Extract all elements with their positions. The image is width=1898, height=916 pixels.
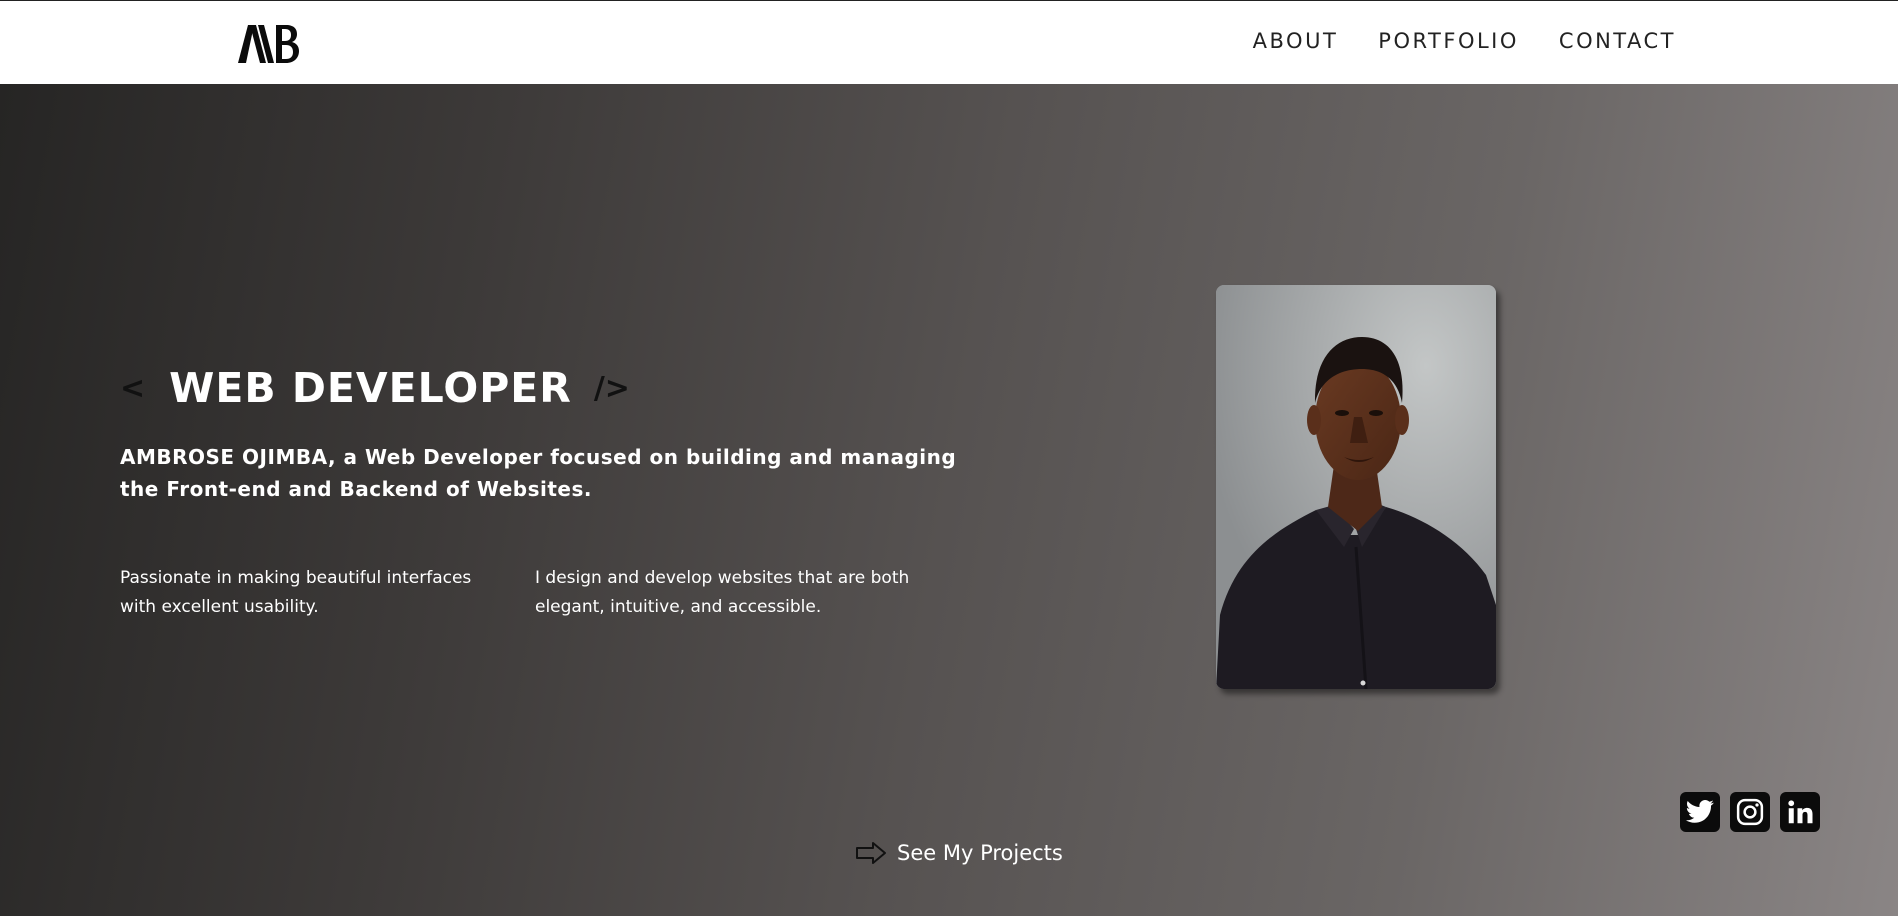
logo-mark-icon <box>238 25 299 63</box>
linkedin-link[interactable] <box>1780 792 1820 832</box>
twitter-link[interactable] <box>1680 792 1720 832</box>
top-navbar: ABOUT PORTFOLIO CONTACT <box>0 0 1898 84</box>
instagram-link[interactable] <box>1730 792 1770 832</box>
nav-contact[interactable]: CONTACT <box>1559 29 1676 53</box>
hero-blurb-usability: Passionate in making beautiful interface… <box>120 568 472 617</box>
code-bracket-close: /> <box>593 370 630 406</box>
page: ABOUT PORTFOLIO CONTACT < WEB DEVELOPER … <box>0 0 1898 916</box>
brand-logo[interactable] <box>236 23 300 65</box>
linkedin-icon <box>1788 800 1813 824</box>
hero-title: WEB DEVELOPER <box>169 364 572 412</box>
nav-about[interactable]: ABOUT <box>1253 29 1339 53</box>
hero-heading: < WEB DEVELOPER /> <box>120 364 630 412</box>
see-projects-label: See My Projects <box>897 841 1063 865</box>
twitter-icon <box>1685 800 1714 823</box>
hero-section: < WEB DEVELOPER /> AMBROSE OJIMBA, a Web… <box>0 84 1898 916</box>
arrow-right-icon <box>856 842 886 864</box>
hero-intro: AMBROSE OJIMBA, a Web Developer focused … <box>120 445 957 501</box>
code-bracket-open: < <box>120 370 146 406</box>
portrait-image <box>1216 285 1496 689</box>
hero-blurb-design: I design and develop websites that are b… <box>535 568 910 617</box>
social-links <box>1680 792 1820 832</box>
main-nav: ABOUT PORTFOLIO CONTACT <box>1253 29 1676 53</box>
nav-portfolio[interactable]: PORTFOLIO <box>1378 29 1519 53</box>
profile-photo <box>1216 285 1496 689</box>
instagram-icon <box>1736 798 1764 826</box>
see-projects-button[interactable]: See My Projects <box>855 841 1063 865</box>
